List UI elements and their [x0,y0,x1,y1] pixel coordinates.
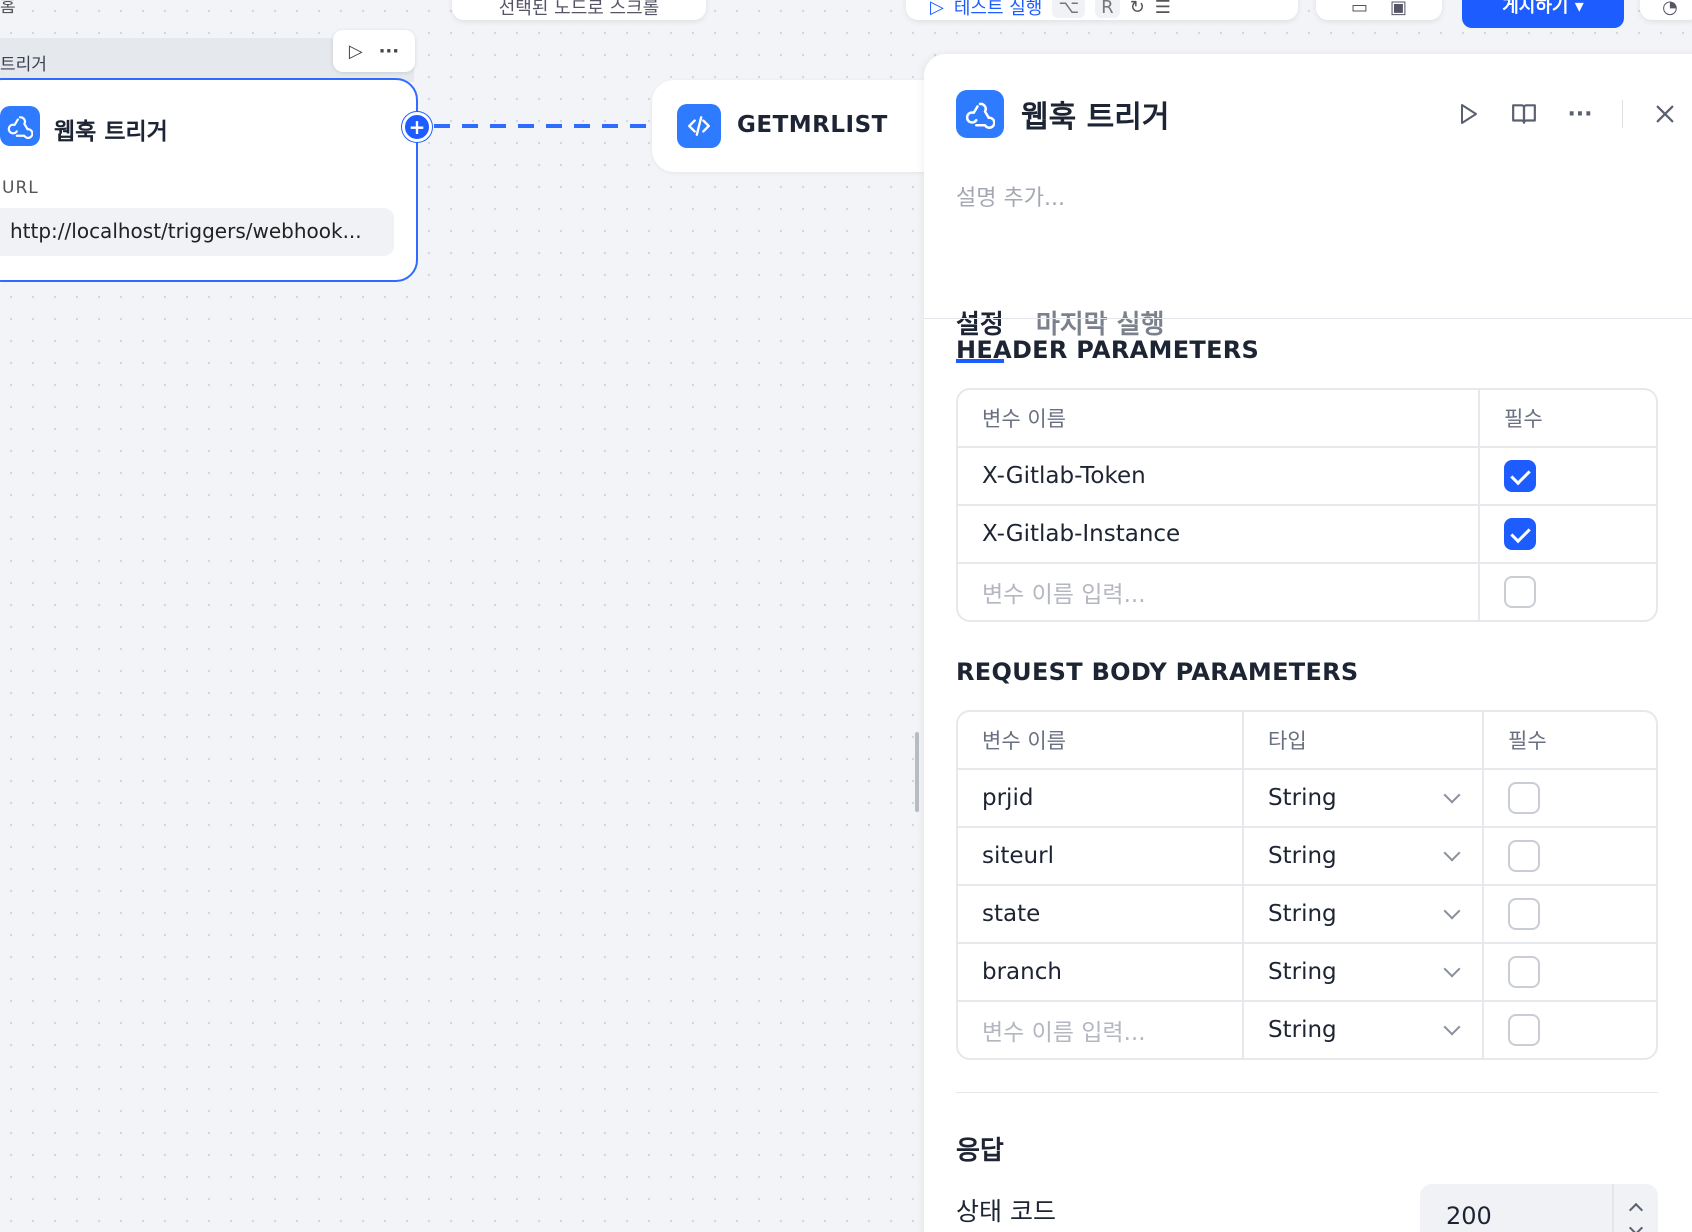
breadcrumb-home[interactable]: 홈 [0,0,16,17]
header-parameters-table: 변수 이름 필수 X-Gitlab-Token X-Gitlab-Instanc… [956,388,1658,622]
column-header-type: 타입 [1242,712,1482,768]
table-header-row: 변수 이름 타입 필수 [958,712,1656,768]
run-node-play-icon[interactable]: ▷ [349,41,363,62]
panel-title: 웹훅 트리거 [1021,100,1170,135]
shortcut-alt-key: ⌥ [1052,0,1086,18]
required-checkbox[interactable] [1504,576,1536,608]
body-param-name[interactable]: prjid [958,768,1242,826]
test-run-button[interactable]: ▷ 테스트 실행 ⌥ R ↻ ☰ [906,0,1298,20]
column-header-required: 필수 [1478,390,1656,446]
panel-toolbar: ··· [1440,94,1692,134]
code-icon [677,104,721,148]
header-param-name[interactable]: X-Gitlab-Token [958,446,1478,504]
type-select-value: String [1268,959,1337,985]
table-row: state String [958,884,1656,942]
shortcut-r-key: R [1095,0,1120,18]
header-param-name[interactable]: X-Gitlab-Instance [958,504,1478,562]
type-select[interactable]: String [1268,1017,1482,1043]
type-select-value: String [1268,901,1337,927]
request-body-parameters-table: 변수 이름 타입 필수 prjid String siteurl String … [956,710,1658,1060]
chevron-up-icon[interactable] [1628,1202,1644,1218]
required-checkbox[interactable] [1508,840,1540,872]
node-connection-edge [434,124,654,128]
type-select[interactable]: String [1268,843,1482,869]
more-icon[interactable]: ··· [1552,94,1608,134]
header-parameters-title: HEADER PARAMETERS [956,336,1260,364]
stepper-arrows [1612,1184,1658,1232]
add-node-plus-icon[interactable]: + [402,112,432,142]
tabs-divider [924,318,1692,319]
webhook-trigger-node[interactable]: 웹훅 트리거 URL http://localhost/triggers/web… [0,78,418,282]
status-code-label: 상태 코드 [956,1197,1056,1226]
request-body-parameters-title: REQUEST BODY PARAMETERS [956,658,1359,686]
node-settings-panel: 웹훅 트리거 ··· 설명 추가... 설정 마지막 실행 HEADER PAR… [924,54,1692,1232]
type-select[interactable]: String [1268,959,1482,985]
test-run-label: 테스트 실행 [953,0,1043,19]
required-checkbox[interactable] [1504,460,1536,492]
save-icon[interactable]: ▣ [1390,0,1407,18]
column-header-variable-name: 변수 이름 [982,729,1066,753]
new-header-param-input[interactable]: 변수 이름 입력... [958,562,1478,620]
type-select-value: String [1268,1017,1337,1043]
toolbar-tools-group[interactable]: ▭ ▣ [1316,0,1442,20]
required-checkbox[interactable] [1504,518,1536,550]
section-divider [956,1092,1658,1093]
table-row: X-Gitlab-Instance [958,504,1656,562]
webhook-icon [0,106,40,146]
url-label: URL [2,178,39,198]
required-checkbox[interactable] [1508,782,1540,814]
history-icon[interactable]: ↻ [1130,0,1145,18]
required-checkbox[interactable] [1508,898,1540,930]
table-row: branch String [958,942,1656,1000]
table-row: siteurl String [958,826,1656,884]
close-icon[interactable] [1637,94,1692,134]
required-checkbox[interactable] [1508,1014,1540,1046]
table-row: X-Gitlab-Token [958,446,1656,504]
type-select-value: String [1268,785,1337,811]
table-row-new: 변수 이름 입력... String [958,1000,1656,1058]
description-input[interactable]: 설명 추가... [956,180,1065,212]
webhook-url-field[interactable]: http://localhost/triggers/webhook... [0,208,394,256]
toolbar-divider [1622,100,1623,128]
type-select[interactable]: String [1268,785,1482,811]
getmrlist-code-node[interactable]: GETMRLIST [652,80,952,172]
column-header-variable-name: 변수 이름 [982,407,1066,431]
response-title: 응답 [956,1136,1004,1166]
docs-book-icon[interactable] [1496,94,1552,134]
code-node-title: GETMRLIST [737,112,888,138]
publish-button[interactable]: 게시하기 ▾ [1462,0,1624,28]
chevron-down-icon [1443,960,1461,978]
status-code-stepper[interactable]: 200 [1420,1184,1658,1232]
scroll-to-node-button[interactable]: 선택된 노드로 스크롤 [452,0,706,20]
webhook-icon [956,90,1004,138]
table-header-row: 변수 이름 필수 [958,390,1656,446]
body-param-name[interactable]: state [958,884,1242,942]
calendar-icon[interactable]: ▭ [1351,0,1368,18]
column-header-required: 필수 [1482,712,1656,768]
status-code-value[interactable]: 200 [1446,1202,1492,1230]
checklist-icon[interactable]: ☰ [1155,0,1171,18]
webhook-node-title: 웹훅 트리거 [54,119,168,145]
webhook-node-header-label: 트리거 [0,55,47,75]
scroll-to-node-label: 선택된 노드로 스크롤 [498,0,660,19]
body-param-name[interactable]: siteurl [958,826,1242,884]
chevron-down-icon [1443,1018,1461,1036]
run-play-icon[interactable] [1440,94,1496,134]
type-select-value: String [1268,843,1337,869]
play-icon: ▷ [930,0,944,18]
chevron-down-icon[interactable] [1628,1220,1644,1232]
body-param-name[interactable]: branch [958,942,1242,1000]
table-row: prjid String [958,768,1656,826]
chevron-down-icon [1443,902,1461,920]
help-icon[interactable]: ◔ [1640,0,1692,20]
chevron-down-icon [1443,786,1461,804]
panel-resize-handle[interactable] [915,732,919,812]
node-more-icon[interactable]: ··· [379,41,400,62]
type-select[interactable]: String [1268,901,1482,927]
node-actions-toolbar: ▷ ··· [333,30,415,72]
table-row-new: 변수 이름 입력... [958,562,1656,620]
required-checkbox[interactable] [1508,956,1540,988]
new-body-param-input[interactable]: 변수 이름 입력... [958,1000,1242,1058]
chevron-down-icon [1443,844,1461,862]
